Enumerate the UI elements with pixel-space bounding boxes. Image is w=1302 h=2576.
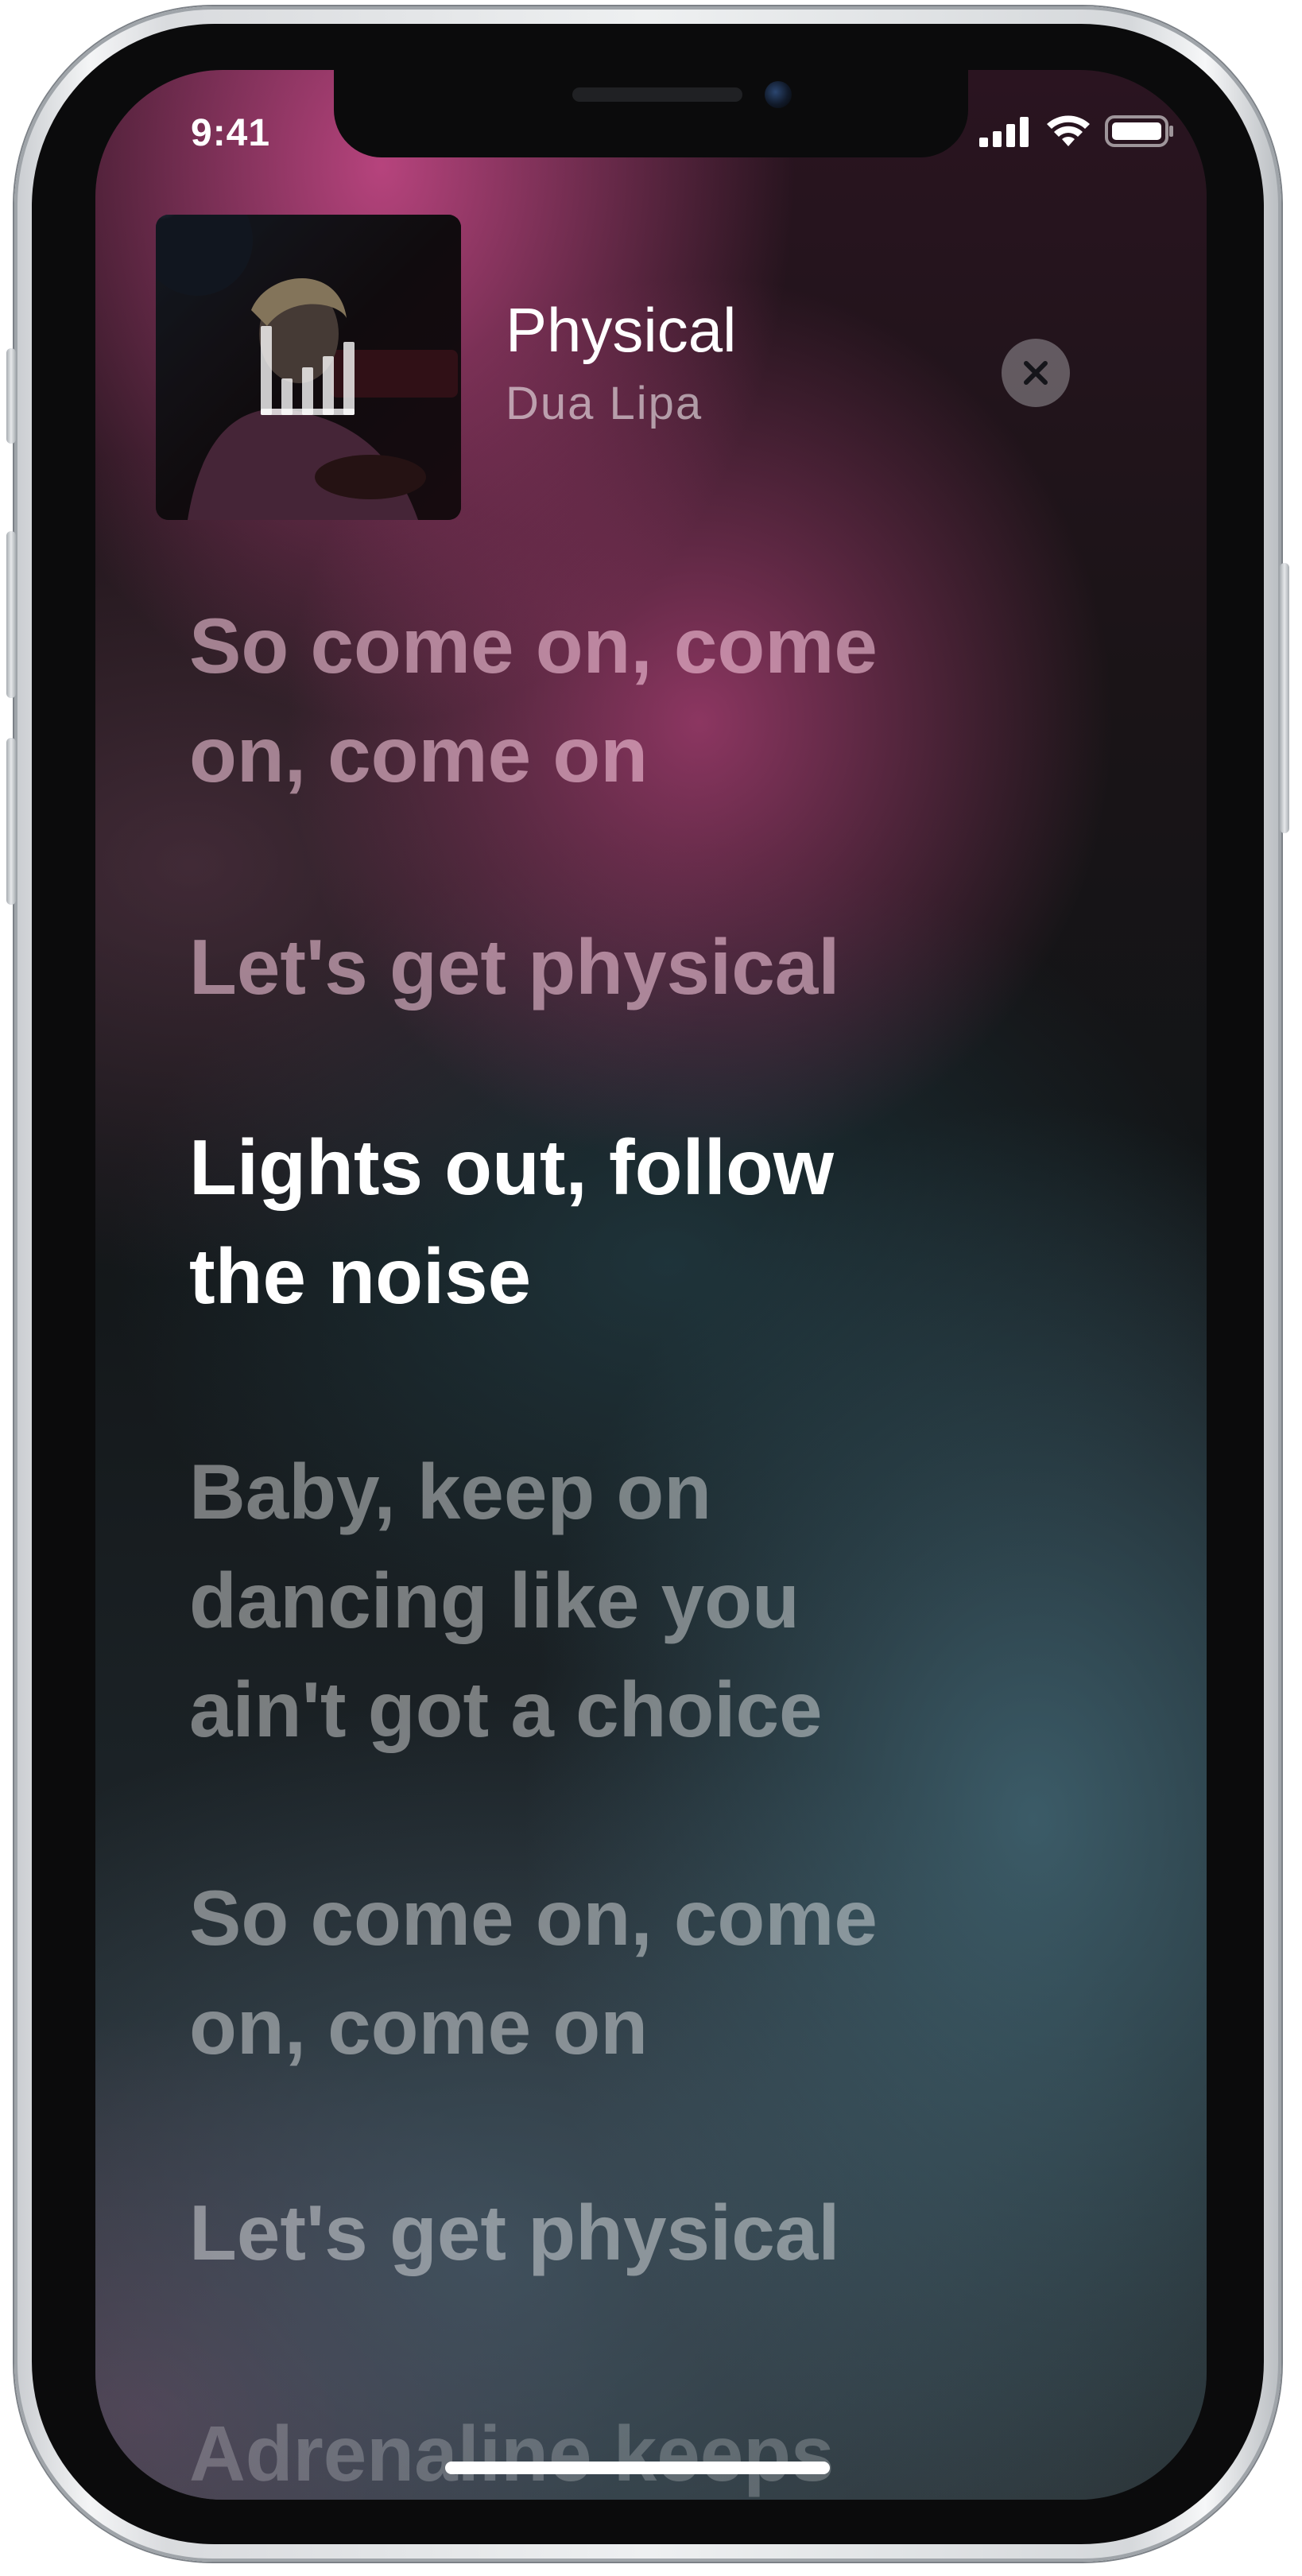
earpiece-speaker [572, 87, 742, 102]
cellular-signal-icon [979, 117, 1029, 147]
lyric-line-3-row-2: the noise [189, 1232, 532, 1320]
lyric-line-4-row-2: dancing like you [189, 1557, 800, 1644]
close-icon [1024, 361, 1048, 385]
album-artwork[interactable] [156, 215, 461, 520]
screen: 9:41 Physical Dua Lipa So come on, come … [95, 70, 1207, 2500]
equalizer-icon [261, 326, 355, 415]
volume-up-button [6, 531, 16, 698]
notch [334, 70, 968, 157]
lyric-line-4-row-1: Baby, keep on [189, 1448, 712, 1535]
lyric-line-2[interactable]: Let's get physical [189, 913, 1143, 1022]
lyric-line-1[interactable]: So come on, come on, come on [189, 592, 1143, 809]
lyric-line-6[interactable]: Let's get physical [189, 2178, 1143, 2287]
lyric-line-1-row-2: on, come on [189, 711, 649, 798]
close-button[interactable] [1002, 339, 1070, 407]
song-artist[interactable]: Dua Lipa [506, 377, 703, 430]
lyric-line-1-row-1: So come on, come [189, 602, 878, 689]
power-button [1280, 563, 1289, 833]
lyric-line-current[interactable]: Lights out, follow the noise [189, 1113, 1143, 1331]
lyric-line-4-row-3: ain't got a choice [189, 1666, 823, 1753]
front-camera [765, 81, 792, 108]
lyric-line-2-row-1: Let's get physical [189, 923, 840, 1011]
lyric-line-5-row-2: on, come on [189, 1983, 649, 2070]
volume-down-button [6, 738, 16, 905]
song-title: Physical [506, 295, 737, 365]
lyric-line-5-row-1: So come on, come [189, 1874, 878, 1961]
status-time: 9:41 [191, 112, 271, 154]
lyric-line-4[interactable]: Baby, keep on dancing like you ain't got… [189, 1437, 1143, 1764]
battery-icon [1105, 115, 1173, 147]
wifi-icon [1047, 115, 1090, 146]
status-icons [979, 114, 1175, 148]
mute-switch [6, 348, 16, 444]
lyric-line-7-row-1: Adrenaline keeps [189, 2410, 835, 2497]
lyric-line-5[interactable]: So come on, come on, come on [189, 1864, 1143, 2081]
lyric-line-3-row-1: Lights out, follow [189, 1123, 835, 1211]
lyric-line-7[interactable]: Adrenaline keeps [189, 2399, 1143, 2500]
home-indicator[interactable] [445, 2462, 830, 2474]
lyric-line-6-row-1: Let's get physical [189, 2189, 840, 2276]
